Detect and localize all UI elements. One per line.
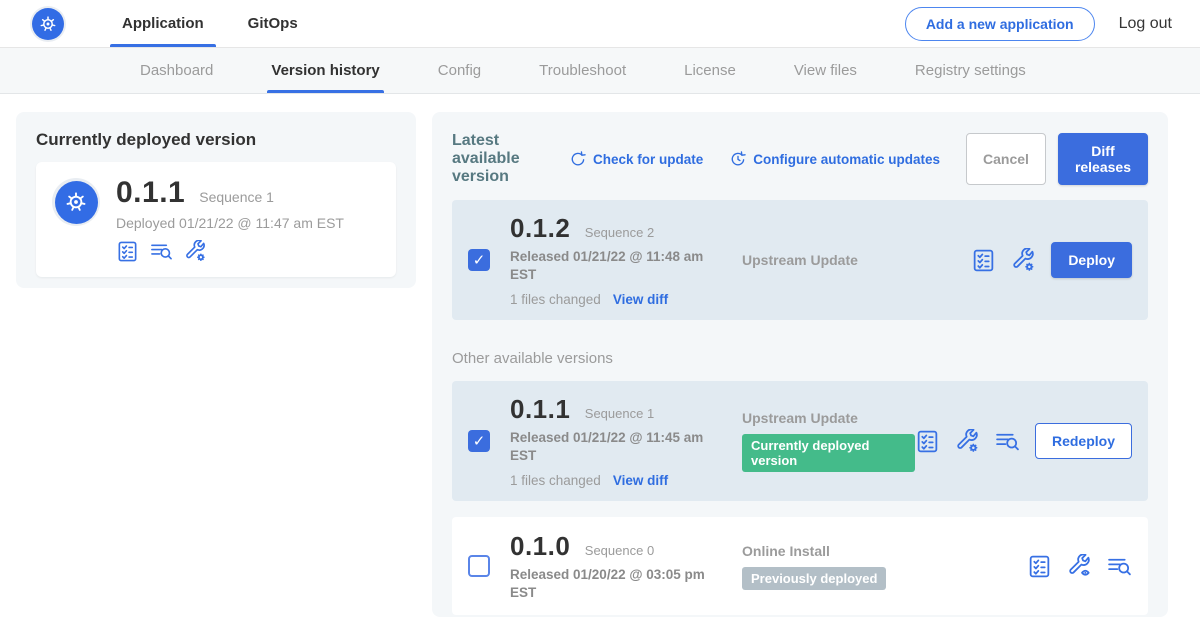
currently-deployed-panel: Currently deployed version 0.1.1 Sequenc	[16, 112, 416, 288]
version-row-0-1-1: 0.1.1 Sequence 1 Released 01/21/22 @ 11:…	[452, 381, 1148, 501]
config-view-icon[interactable]	[1067, 554, 1092, 579]
logs-icon[interactable]	[1107, 554, 1132, 579]
version-checkbox[interactable]	[468, 430, 490, 452]
check-for-update-link[interactable]: Check for update	[569, 150, 703, 168]
header-actions: Cancel Diff releases	[966, 133, 1148, 185]
released-timestamp: Released 01/21/22 @ 11:48 am EST	[510, 248, 710, 283]
deployed-sequence-label: Sequence 1	[199, 189, 274, 205]
version-number: 0.1.0	[510, 531, 570, 561]
deployed-version-card: 0.1.1 Sequence 1 Deployed 01/21/22 @ 11:…	[36, 162, 396, 277]
subtab-view-files[interactable]: View files	[794, 48, 857, 93]
config-gear-icon[interactable]	[1011, 248, 1036, 273]
source-label: Online Install	[742, 543, 1027, 559]
version-checkbox[interactable]	[468, 555, 490, 577]
logs-icon[interactable]	[995, 429, 1020, 454]
tab-application[interactable]: Application	[100, 0, 226, 47]
released-timestamp: Released 01/20/22 @ 03:05 pm EST	[510, 566, 710, 601]
redeploy-button[interactable]: Redeploy	[1035, 423, 1132, 459]
diff-releases-button[interactable]: Diff releases	[1058, 133, 1148, 185]
schedule-update-icon	[729, 150, 747, 168]
subtab-license[interactable]: License	[684, 48, 736, 93]
version-source: Online Install Previously deployed	[730, 543, 1027, 590]
deployed-version-number: 0.1.1	[116, 176, 185, 210]
source-label: Upstream Update	[742, 252, 971, 268]
version-history-panel: Latest available version Check for updat…	[432, 112, 1168, 617]
sequence-label: Sequence 1	[585, 406, 654, 421]
config-gear-icon[interactable]	[955, 429, 980, 454]
deployed-panel-title: Currently deployed version	[36, 130, 396, 150]
version-actions: Redeploy	[915, 423, 1132, 459]
subtab-troubleshoot[interactable]: Troubleshoot	[539, 48, 626, 93]
version-actions	[1027, 554, 1132, 579]
checklist-icon[interactable]	[1027, 554, 1052, 579]
sub-nav: Dashboard Version history Config Trouble…	[0, 48, 1200, 94]
kubernetes-wheel-icon	[52, 178, 100, 226]
version-actions: Deploy	[971, 242, 1132, 278]
files-changed-label: 1 files changed	[510, 292, 601, 307]
top-nav-right: Add a new application Log out	[905, 0, 1200, 47]
latest-available-title: Latest available version	[452, 132, 549, 186]
top-nav-tabs: Application GitOps	[100, 0, 320, 47]
released-timestamp: Released 01/21/22 @ 11:45 am EST	[510, 429, 710, 464]
logs-icon[interactable]	[150, 240, 173, 263]
checklist-icon[interactable]	[915, 429, 940, 454]
configure-automatic-updates-link[interactable]: Configure automatic updates	[729, 150, 940, 168]
version-info: 0.1.0 Sequence 0 Released 01/20/22 @ 03:…	[510, 531, 730, 601]
sequence-label: Sequence 2	[585, 225, 654, 240]
add-application-button[interactable]: Add a new application	[905, 7, 1095, 41]
deploy-button[interactable]: Deploy	[1051, 242, 1132, 278]
tab-gitops[interactable]: GitOps	[226, 0, 320, 47]
subtab-config[interactable]: Config	[438, 48, 481, 93]
subtab-dashboard[interactable]: Dashboard	[140, 48, 213, 93]
deployed-version-details: 0.1.1 Sequence 1 Deployed 01/21/22 @ 11:…	[116, 176, 344, 263]
version-number: 0.1.2	[510, 213, 570, 243]
subtab-registry-settings[interactable]: Registry settings	[915, 48, 1026, 93]
checklist-icon[interactable]	[116, 240, 139, 263]
refresh-icon	[569, 150, 587, 168]
version-info: 0.1.1 Sequence 1 Released 01/21/22 @ 11:…	[510, 394, 730, 488]
updates-header: Latest available version Check for updat…	[452, 132, 1148, 186]
version-source: Upstream Update	[730, 252, 971, 268]
sequence-label: Sequence 0	[585, 543, 654, 558]
kubernetes-wheel-icon	[30, 6, 66, 42]
app-screen: Application GitOps Add a new application…	[0, 0, 1200, 634]
top-nav: Application GitOps Add a new application…	[0, 0, 1200, 48]
source-label: Upstream Update	[742, 410, 915, 426]
version-info: 0.1.2 Sequence 2 Released 01/21/22 @ 11:…	[510, 213, 730, 307]
view-diff-link[interactable]: View diff	[613, 292, 668, 307]
other-versions-title: Other available versions	[452, 350, 1148, 367]
version-source: Upstream Update Currently deployed versi…	[730, 410, 915, 472]
deployed-timestamp: Deployed 01/21/22 @ 11:47 am EST	[116, 215, 344, 231]
view-diff-link[interactable]: View diff	[613, 473, 668, 488]
version-row-0-1-0: 0.1.0 Sequence 0 Released 01/20/22 @ 03:…	[452, 517, 1148, 615]
config-gear-icon[interactable]	[184, 240, 207, 263]
version-number: 0.1.1	[510, 394, 570, 424]
version-checkbox[interactable]	[468, 249, 490, 271]
version-row-0-1-2: 0.1.2 Sequence 2 Released 01/21/22 @ 11:…	[452, 200, 1148, 320]
subtab-version-history[interactable]: Version history	[271, 48, 379, 93]
checklist-icon[interactable]	[971, 248, 996, 273]
deployed-action-icons	[116, 240, 344, 263]
previously-deployed-badge: Previously deployed	[742, 567, 886, 590]
files-changed-label: 1 files changed	[510, 473, 601, 488]
cancel-button[interactable]: Cancel	[966, 133, 1046, 185]
currently-deployed-badge: Currently deployed version	[742, 434, 915, 472]
logout-button[interactable]: Log out	[1119, 15, 1172, 33]
